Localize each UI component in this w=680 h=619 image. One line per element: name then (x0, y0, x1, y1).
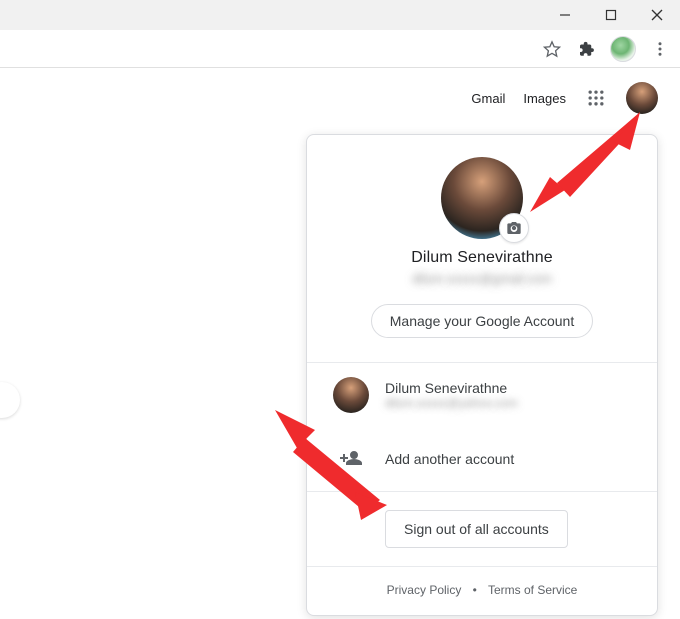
other-account-name: Dilum Senevirathne (385, 380, 518, 396)
account-popup: Dilum Senevirathne dilum.xxxxx@gmail.com… (306, 134, 658, 616)
browser-menu-button[interactable] (650, 39, 670, 59)
images-link[interactable]: Images (523, 91, 566, 106)
terms-of-service-link[interactable]: Terms of Service (488, 583, 577, 597)
bookmark-star-button[interactable] (542, 39, 562, 59)
google-header: Gmail Images (0, 68, 680, 128)
apps-grid-icon (586, 88, 606, 108)
account-popup-footer: Privacy Policy • Terms of Service (307, 567, 657, 615)
window-titlebar (0, 0, 680, 30)
privacy-policy-link[interactable]: Privacy Policy (387, 583, 462, 597)
other-account-texts: Dilum Senevirathne dilum.xxxxx@yahoo.com (385, 380, 518, 410)
minimize-icon (559, 9, 571, 21)
account-avatar-button[interactable] (626, 82, 658, 114)
google-apps-button[interactable] (584, 86, 608, 110)
manage-account-button[interactable]: Manage your Google Account (371, 304, 593, 338)
add-person-icon-wrap (333, 441, 369, 477)
account-display-name: Dilum Senevirathne (335, 249, 629, 267)
person-add-icon (339, 447, 363, 471)
other-account-email: dilum.xxxxx@yahoo.com (385, 396, 518, 410)
add-account-row[interactable]: Add another account (307, 427, 657, 491)
extensions-button[interactable] (576, 39, 596, 59)
browser-profile-avatar[interactable] (610, 36, 636, 62)
camera-icon (506, 220, 522, 236)
star-icon (543, 40, 561, 58)
gmail-link[interactable]: Gmail (471, 91, 505, 106)
change-photo-button[interactable] (499, 213, 529, 243)
puzzle-icon (577, 40, 595, 58)
sign-out-all-button[interactable]: Sign out of all accounts (385, 510, 568, 548)
account-avatar-large-wrap (441, 157, 523, 239)
close-icon (651, 9, 663, 21)
account-popup-header: Dilum Senevirathne dilum.xxxxx@gmail.com… (307, 135, 657, 362)
footer-separator: • (473, 583, 477, 597)
browser-toolbar (0, 30, 680, 68)
other-account-avatar (333, 377, 369, 413)
signout-section: Sign out of all accounts (307, 492, 657, 566)
account-primary-email: dilum.xxxxx@gmail.com (335, 271, 629, 286)
window-maximize-button[interactable] (588, 0, 634, 30)
decorative-circle (0, 382, 20, 418)
window-minimize-button[interactable] (542, 0, 588, 30)
window-close-button[interactable] (634, 0, 680, 30)
kebab-menu-icon (651, 40, 669, 58)
add-account-label: Add another account (385, 451, 514, 467)
maximize-icon (605, 9, 617, 21)
other-account-row[interactable]: Dilum Senevirathne dilum.xxxxx@yahoo.com (307, 363, 657, 427)
